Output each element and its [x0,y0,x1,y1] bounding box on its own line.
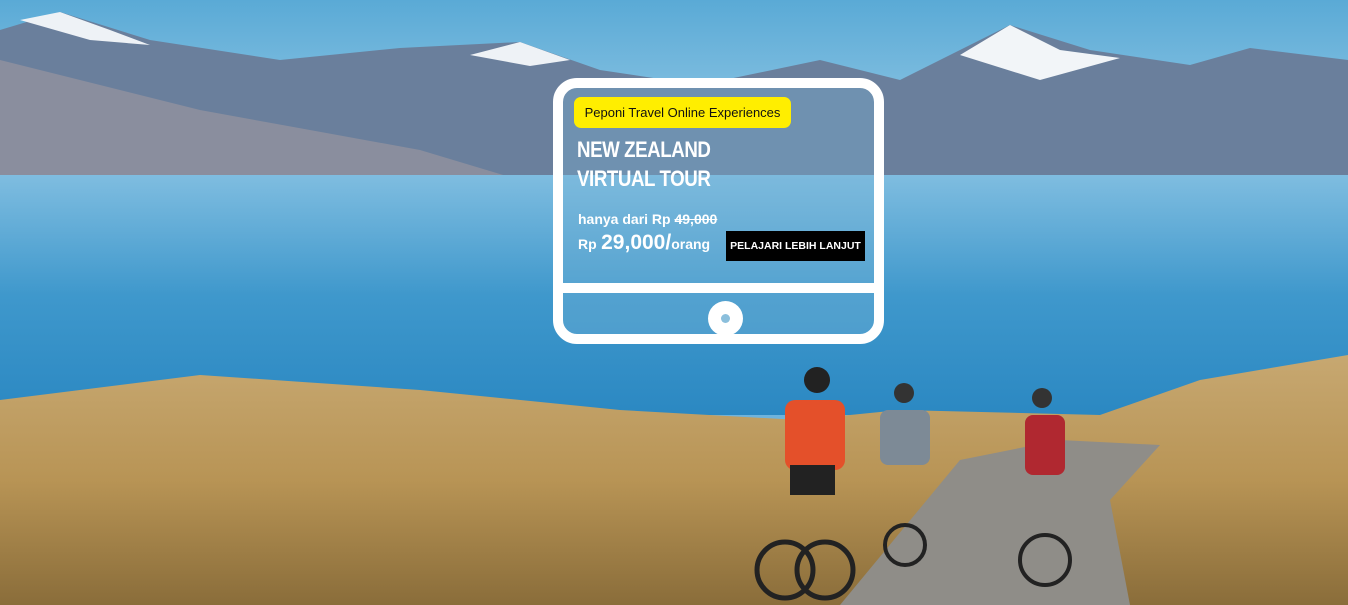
tablet-divider [563,283,874,293]
price-unit: orang [671,236,711,252]
price-prefix: hanya dari Rp [578,211,671,227]
tablet-home-button-icon [708,301,743,336]
tour-title-line1: NEW ZEALAND [577,137,711,162]
sale-price: Rp 29,000/orang [578,231,710,255]
brand-badge: Peponi Travel Online Experiences [574,97,791,128]
price-amount: 29,000/ [601,231,672,254]
original-price: hanya dari Rp 49,000 [578,211,717,227]
tour-title-line2: VIRTUAL TOUR [577,166,711,191]
currency: Rp [578,236,597,252]
old-price: 49,000 [674,211,718,227]
learn-more-button[interactable]: PELAJARI LEBIH LANJUT [726,231,865,261]
